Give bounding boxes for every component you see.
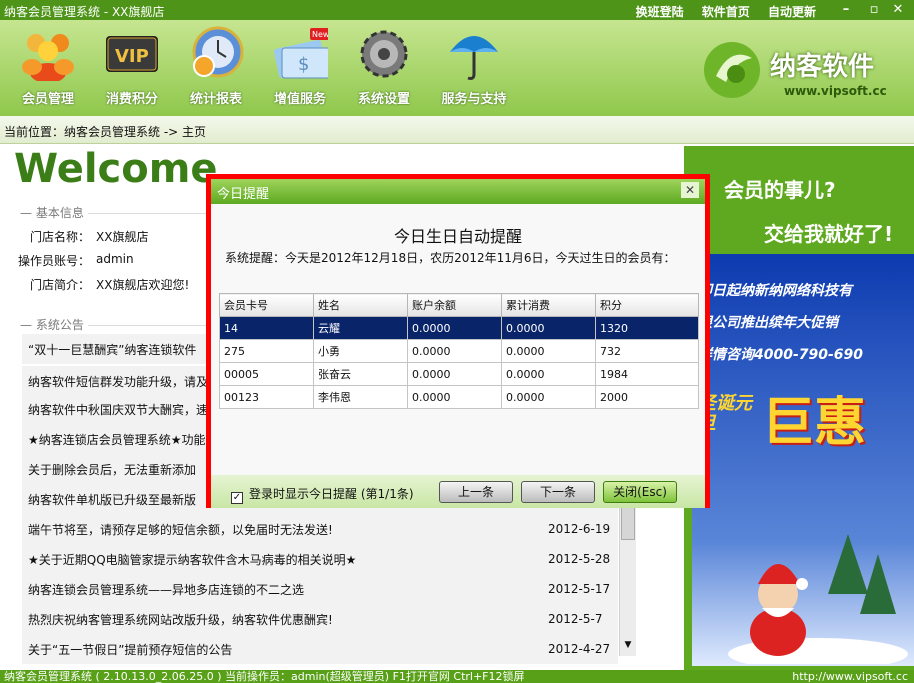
status-text: 纳客会员管理系统 ( 2.10.13.0_2.06.25.0 ) 当前操作员：a… (4, 670, 525, 683)
dialog-heading: 今日生日自动提醒 (393, 227, 522, 246)
col-balance[interactable]: 账户余额 (407, 293, 502, 317)
table-row[interactable]: 275 小勇 0.0000 0.0000 732 (219, 339, 699, 363)
page-info: (第1/1条) (360, 487, 414, 501)
promo-text: 限公司推出缤年大促销 (698, 315, 838, 331)
dialog-footer: ✓ 登录时显示今日提醒 (第1/1条) 上一条 下一条 关闭(Esc) (211, 475, 705, 508)
toolbar-member-management[interactable]: 会员管理 (12, 26, 84, 107)
main-toolbar: 会员管理 VIP 消费积分 统计报表 $ New 增值服务 系统设置 服务与支持 … (0, 20, 914, 116)
list-item[interactable]: ★关于近期QQ电脑管家提示纳客软件含木马病毒的相关说明★ 2012-5-28 (22, 544, 618, 574)
vip-icon: VIP (104, 26, 160, 82)
col-name[interactable]: 姓名 (313, 293, 408, 317)
value-card-icon: $ New (272, 26, 328, 82)
col-total-consume[interactable]: 累计消费 (501, 293, 596, 317)
svg-text:VIP: VIP (115, 46, 149, 67)
promo-text: 即日起纳新纳网络科技有 (698, 283, 852, 299)
toolbar-service-support[interactable]: 服务与支持 (432, 26, 516, 107)
dialog-close-icon[interactable]: ✕ (681, 182, 699, 198)
logo-icon (704, 42, 760, 98)
table-header-row: 会员卡号 姓名 账户余额 累计消费 积分 (219, 293, 699, 317)
list-item[interactable]: 热烈庆祝纳客管理系统网站改版升级，纳客软件优惠酬宾! 2012-5-7 (22, 604, 618, 634)
checkbox-checked-icon: ✓ (231, 492, 243, 504)
promo-banner[interactable]: 即日起纳新纳网络科技有 限公司推出缤年大促销 详情咨询4000-790-690 … (692, 254, 914, 666)
members-icon (20, 26, 76, 82)
umbrella-icon (446, 26, 502, 82)
show-on-login-checkbox[interactable]: ✓ 登录时显示今日提醒 (第1/1条) (231, 485, 414, 504)
prev-button[interactable]: 上一条 (439, 481, 513, 503)
promo-big-text: 巨惠 (762, 393, 867, 453)
table-row[interactable]: 00123 李伟恩 0.0000 0.0000 2000 (219, 385, 699, 409)
new-badge: New (312, 30, 328, 39)
title-bar: 纳客会员管理系统 - XX旗舰店 换班登陆 软件首页 自动更新 – ▫ ✕ (0, 0, 914, 20)
list-item[interactable]: 关于“五一节假日”提前预存短信的公告 2012-4-27 (22, 634, 618, 664)
svg-text:$: $ (298, 54, 309, 75)
promo-line-1: 会员的事儿? (724, 178, 836, 202)
list-item[interactable]: 纳客连锁会员管理系统——异地多店连锁的不二之选 2012-5-17 (22, 574, 618, 604)
store-intro-label: 门店简介： (30, 278, 91, 292)
close-icon[interactable]: ✕ (886, 0, 910, 20)
birthday-member-table: 会员卡号 姓名 账户余额 累计消费 积分 14 云耀 0.0000 0.0000 132… (219, 293, 699, 409)
promo-panel: 会员的事儿? 交给我就好了! 即日起纳新纳网络科技有 限公司推出缤年大促销 详情… (684, 146, 914, 670)
toolbar-value-added[interactable]: $ New 增值服务 (264, 26, 336, 107)
list-item[interactable]: 端午节将至，请预存足够的短信余额，以免届时无法发送! 2012-6-19 (22, 514, 618, 544)
stats-clock-icon (188, 26, 244, 82)
dialog-message: 系统提醒：今天是2012年12月18日，农历2012年11月6日，今天过生日的会… (225, 251, 676, 265)
col-card-no[interactable]: 会员卡号 (219, 293, 314, 317)
software-home-link[interactable]: 软件首页 (702, 5, 750, 19)
table-row[interactable]: 00005 张奋云 0.0000 0.0000 1984 (219, 362, 699, 386)
minimize-icon[interactable]: – (834, 0, 858, 20)
promo-text: 详情咨询4000-790-690 (698, 347, 864, 363)
toolbar-statistics[interactable]: 统计报表 (180, 26, 252, 107)
brand-logo: 纳客软件 www.vipsoft.cc (700, 36, 900, 106)
breadcrumb: 当前位置：纳客会员管理系统 -> 主页 (0, 116, 914, 144)
birthday-reminder-dialog: 今日提醒 ✕ 今日生日自动提醒 系统提醒：今天是2012年12月18日，农历20… (206, 174, 710, 508)
welcome-heading: Welcome (14, 146, 218, 192)
dialog-title-bar: 今日提醒 ✕ (211, 179, 705, 204)
operator-account-value: admin (96, 252, 134, 266)
title-links: 换班登陆 软件首页 自动更新 (622, 3, 816, 20)
scroll-down-icon[interactable]: ▼ (621, 640, 635, 654)
maximize-icon[interactable]: ▫ (862, 0, 886, 20)
gear-icon (356, 26, 412, 82)
close-dialog-button[interactable]: 关闭(Esc) (603, 481, 677, 503)
operator-account-label: 操作员账号： (18, 254, 91, 268)
store-intro-value: XX旗舰店欢迎您! (96, 278, 190, 292)
store-name-label: 门店名称： (30, 230, 91, 244)
promo-line-2: 交给我就好了! (764, 222, 894, 246)
auto-update-link[interactable]: 自动更新 (768, 5, 816, 19)
next-button[interactable]: 下一条 (521, 481, 595, 503)
toolbar-system-settings[interactable]: 系统设置 (348, 26, 420, 107)
toolbar-consume-points[interactable]: VIP 消费积分 (96, 26, 168, 107)
col-points[interactable]: 积分 (595, 293, 699, 317)
table-row[interactable]: 14 云耀 0.0000 0.0000 1320 (219, 316, 699, 340)
switch-shift-link[interactable]: 换班登陆 (636, 5, 684, 19)
status-bar: 纳客会员管理系统 ( 2.10.13.0_2.06.25.0 ) 当前操作员：a… (0, 670, 914, 683)
status-url: http://www.vipsoft.cc (792, 670, 908, 683)
window-title: 纳客会员管理系统 - XX旗舰店 (4, 5, 165, 19)
santa-illustration (728, 534, 908, 664)
dialog-title: 今日提醒 (217, 187, 270, 202)
store-name-value: XX旗舰店 (96, 230, 149, 244)
